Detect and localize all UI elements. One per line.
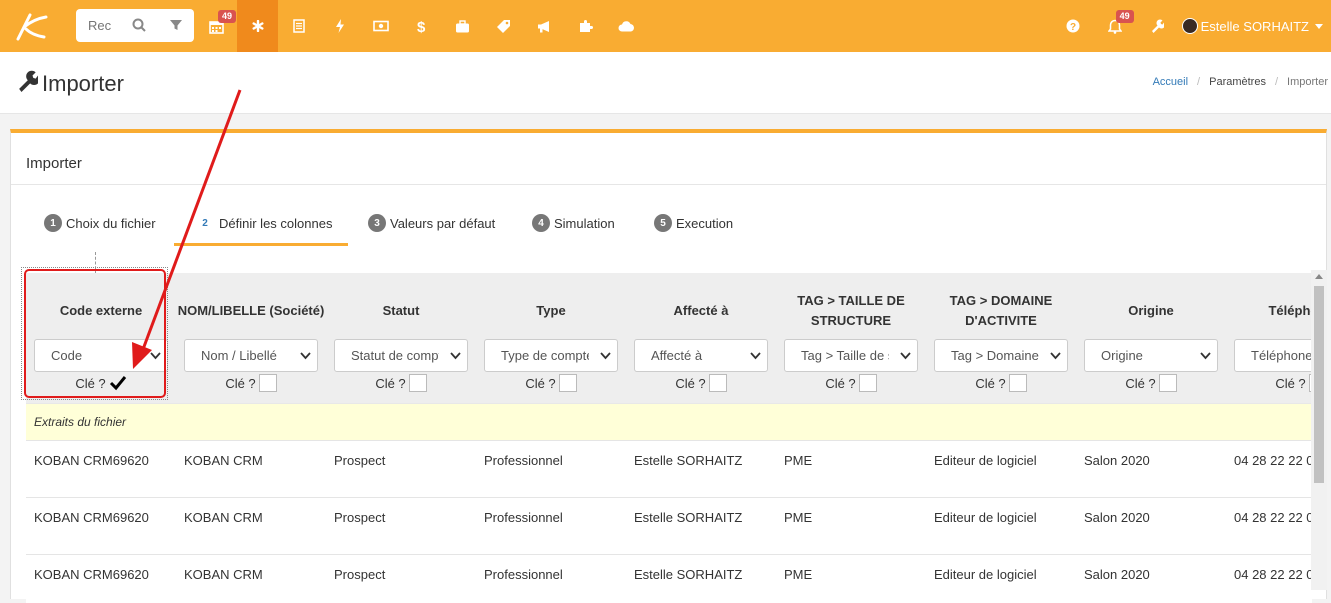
annotation-arrow — [132, 89, 242, 369]
scroll-up-icon[interactable] — [1315, 274, 1323, 279]
scrollbar-thumb[interactable] — [1314, 286, 1324, 483]
vertical-scrollbar[interactable] — [1311, 270, 1327, 590]
